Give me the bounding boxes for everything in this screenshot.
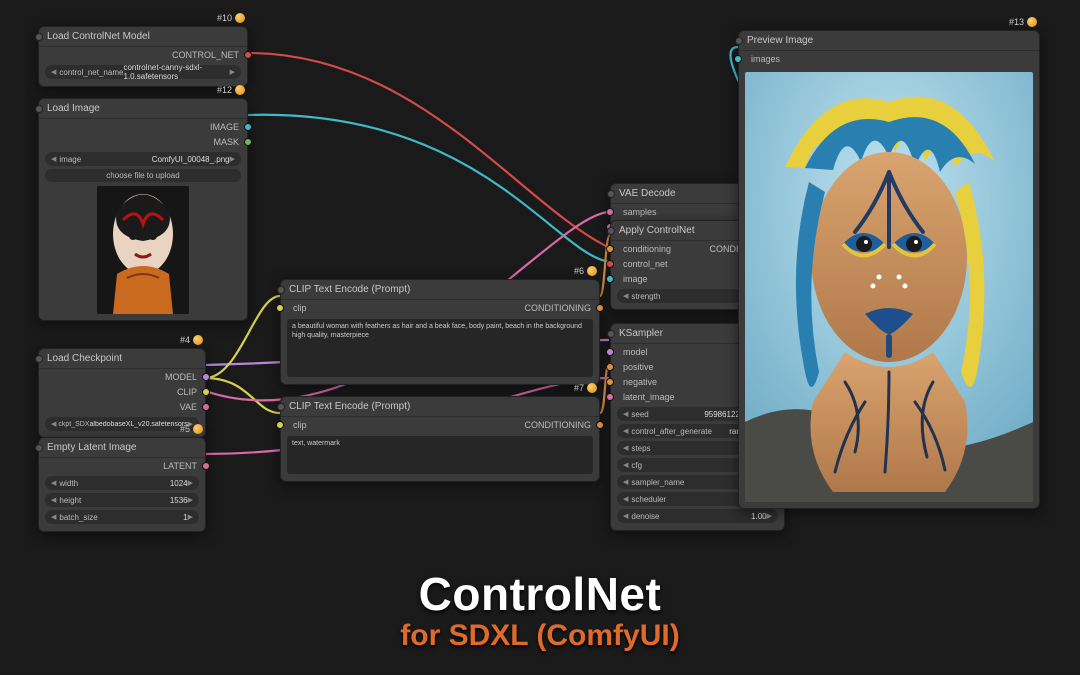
collapse-icon[interactable] xyxy=(35,444,43,452)
caption: ControlNet for SDXL (ComfyUI) xyxy=(0,567,1080,653)
param-control-net-name[interactable]: ◀ control_net_name controlnet-canny-sdxl… xyxy=(45,65,241,79)
output-vae[interactable]: VAE xyxy=(39,399,205,414)
collapse-icon[interactable] xyxy=(607,190,615,198)
node-clip-text-encode-positive[interactable]: #6 CLIP Text Encode (Prompt) clip CONDIT… xyxy=(280,279,600,385)
param-denoise[interactable]: ◀denoise1.00▶ xyxy=(617,509,778,523)
chevron-right-icon[interactable]: ▶ xyxy=(230,155,235,163)
node-load-controlnet-model[interactable]: #10 Load ControlNet Model CONTROL_NET ◀ … xyxy=(38,26,248,87)
node-preview-image[interactable]: #13 Preview Image images xyxy=(738,30,1040,509)
io-row: clip CONDITIONING xyxy=(281,300,599,315)
param-height[interactable]: ◀height1536▶ xyxy=(45,493,199,507)
param-batch-size[interactable]: ◀batch_size1▶ xyxy=(45,510,199,524)
collapse-icon[interactable] xyxy=(607,227,615,235)
output-conditioning[interactable]: CONDITIONING xyxy=(525,420,592,430)
preview-output xyxy=(745,72,1033,502)
caption-subtitle: for SDXL (ComfyUI) xyxy=(0,619,1080,653)
output-model[interactable]: MODEL xyxy=(39,369,205,384)
node-badge: #12 xyxy=(217,85,245,95)
node-badge: #6 xyxy=(574,266,597,276)
collapse-icon[interactable] xyxy=(607,330,615,338)
node-clip-text-encode-negative[interactable]: #7 CLIP Text Encode (Prompt) clip CONDIT… xyxy=(280,396,600,482)
input-samples[interactable]: samples xyxy=(619,207,657,217)
output-conditioning[interactable]: CONDITIONING xyxy=(525,303,592,313)
collapse-icon[interactable] xyxy=(735,37,743,45)
node-title[interactable]: Load ControlNet Model xyxy=(39,27,247,47)
io-row: clip CONDITIONING xyxy=(281,417,599,432)
output-control-net[interactable]: CONTROL_NET xyxy=(39,47,247,62)
node-load-image[interactable]: #12 Load Image IMAGE MASK ◀ image ComfyU… xyxy=(38,98,248,321)
input-clip[interactable]: clip xyxy=(289,420,307,430)
node-badge: #4 xyxy=(180,335,203,345)
input-conditioning[interactable]: conditioning xyxy=(619,244,671,254)
output-latent[interactable]: LATENT xyxy=(39,458,205,473)
node-title[interactable]: CLIP Text Encode (Prompt) xyxy=(281,280,599,300)
node-title[interactable]: Preview Image xyxy=(739,31,1039,51)
input-model[interactable]: model xyxy=(619,347,648,357)
prompt-text[interactable]: text, watermark xyxy=(287,436,593,474)
collapse-icon[interactable] xyxy=(35,355,43,363)
upload-button[interactable]: choose file to upload xyxy=(45,169,241,182)
node-title[interactable]: Load Image xyxy=(39,99,247,119)
chevron-right-icon[interactable]: ▶ xyxy=(230,68,235,76)
input-images[interactable]: images xyxy=(739,51,1039,66)
node-title[interactable]: Load Checkpoint xyxy=(39,349,205,369)
output-image[interactable]: IMAGE xyxy=(39,119,247,134)
node-title[interactable]: CLIP Text Encode (Prompt) xyxy=(281,397,599,417)
caption-title: ControlNet xyxy=(0,567,1080,621)
collapse-icon[interactable] xyxy=(277,286,285,294)
collapse-icon[interactable] xyxy=(35,33,43,41)
node-badge: #5 xyxy=(180,424,203,434)
node-badge: #10 xyxy=(217,13,245,23)
collapse-icon[interactable] xyxy=(35,105,43,113)
collapse-icon[interactable] xyxy=(277,403,285,411)
param-image[interactable]: ◀ image ComfyUI_00048_.png ▶ xyxy=(45,152,241,166)
param-ckpt-name[interactable]: ◀ ckpt_SDXL albedobaseXL_v20.safetensors… xyxy=(45,417,199,431)
output-mask[interactable]: MASK xyxy=(39,134,247,149)
output-clip[interactable]: CLIP xyxy=(39,384,205,399)
node-empty-latent-image[interactable]: #5 Empty Latent Image LATENT ◀width1024▶… xyxy=(38,437,206,532)
image-thumbnail xyxy=(97,186,189,314)
node-badge: #13 xyxy=(1009,17,1037,27)
node-title[interactable]: Empty Latent Image xyxy=(39,438,205,458)
node-badge: #7 xyxy=(574,383,597,393)
input-clip[interactable]: clip xyxy=(289,303,307,313)
param-width[interactable]: ◀width1024▶ xyxy=(45,476,199,490)
prompt-text[interactable]: a beautiful woman with feathers as hair … xyxy=(287,319,593,377)
